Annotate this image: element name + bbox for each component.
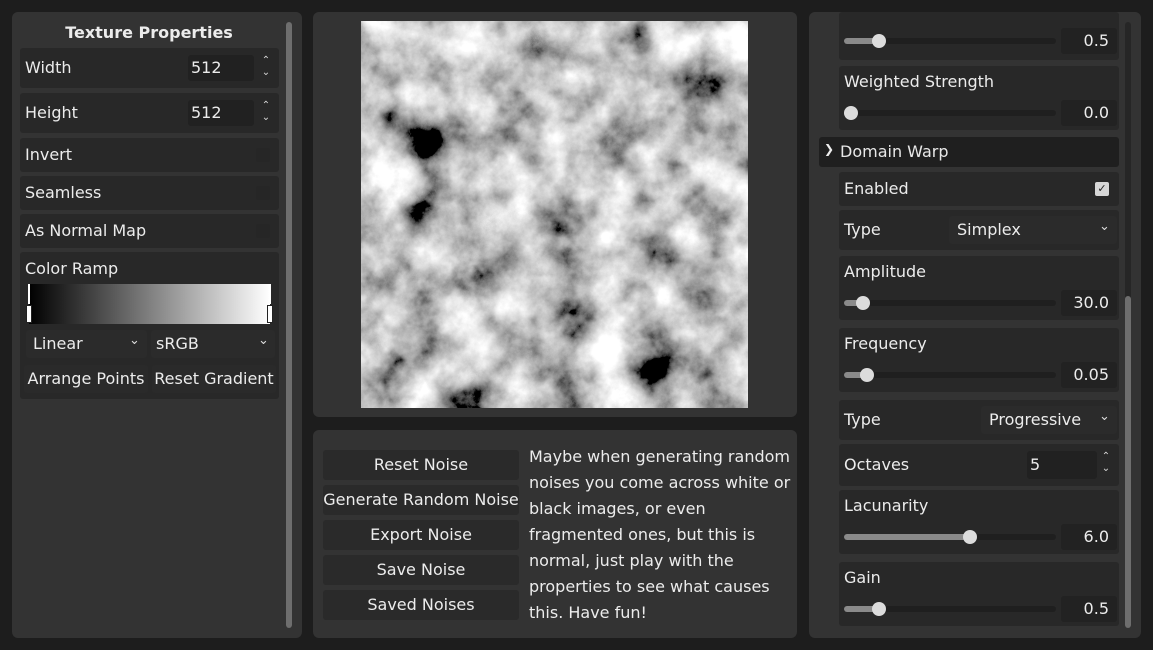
- arrange-points-button[interactable]: Arrange Points: [24, 365, 148, 393]
- spin-up-down-icon[interactable]: ⌃ ⌄: [260, 100, 272, 126]
- gradient-stop-black[interactable]: [26, 305, 32, 323]
- warp-type-row: Type Simplex ⌄: [839, 210, 1119, 250]
- amplitude-row: Amplitude 30.0: [839, 256, 1119, 320]
- amplitude-label: Amplitude: [844, 262, 926, 281]
- height-label: Height: [25, 103, 78, 122]
- slider-knob[interactable]: [871, 602, 886, 616]
- enabled-row[interactable]: Enabled ✓: [839, 172, 1119, 206]
- frequency-value[interactable]: 0.05: [1061, 362, 1117, 388]
- lacunarity-row: Lacunarity 6.0: [839, 490, 1119, 554]
- lacunarity-value[interactable]: 6.0: [1061, 524, 1117, 550]
- export-noise-button[interactable]: Export Noise: [323, 520, 519, 550]
- weighted-strength-slider[interactable]: [844, 106, 1056, 120]
- check-icon: ✓: [1097, 182, 1107, 195]
- warp-type-label: Type: [844, 220, 881, 239]
- width-row: Width 512 ⌃ ⌄: [20, 48, 279, 88]
- reset-gradient-button[interactable]: Reset Gradient: [152, 365, 276, 393]
- panel-title: Texture Properties: [65, 23, 233, 42]
- top-slider[interactable]: [844, 34, 1056, 48]
- save-noise-button[interactable]: Save Noise: [323, 555, 519, 585]
- top-slider-row: 0.5: [839, 12, 1119, 60]
- slider-knob[interactable]: [962, 530, 977, 544]
- width-label: Width: [25, 58, 72, 77]
- texture-properties-panel: Texture Properties Width 512 ⌃ ⌄ Height 5…: [12, 12, 302, 638]
- octaves-row: Octaves 5 ⌃ ⌄: [839, 444, 1119, 486]
- noise-preview-panel: [313, 12, 797, 417]
- gradient-stop-marker: [28, 284, 30, 304]
- slider-knob[interactable]: [855, 296, 870, 310]
- lacunarity-label: Lacunarity: [844, 496, 929, 515]
- chevron-down-icon: ❯: [824, 142, 835, 156]
- chevron-down-icon: ⌄: [258, 333, 269, 348]
- info-text: Maybe when generating random noises you …: [529, 447, 791, 622]
- enabled-label: Enabled: [844, 179, 909, 198]
- right-scrollbar-thumb[interactable]: [1125, 296, 1131, 628]
- left-scrollbar-thumb[interactable]: [286, 22, 292, 628]
- frequency-row: Frequency 0.05: [839, 328, 1119, 392]
- fractal-type-select-value: Progressive: [989, 410, 1082, 429]
- gain-slider[interactable]: [844, 602, 1056, 616]
- width-input[interactable]: 512: [188, 55, 254, 81]
- spin-up-down-icon[interactable]: ⌃ ⌄: [1100, 451, 1112, 479]
- gain-row: Gain 0.5: [839, 562, 1119, 626]
- seamless-checkbox[interactable]: [256, 186, 270, 200]
- normal-map-checkbox[interactable]: [256, 224, 270, 238]
- chevron-down-icon: ⌄: [1099, 409, 1110, 424]
- enabled-checkbox[interactable]: ✓: [1095, 182, 1109, 196]
- lacunarity-slider[interactable]: [844, 530, 1056, 544]
- weighted-strength-row: Weighted Strength 0.0: [839, 66, 1119, 130]
- chevron-down-icon: ⌄: [1099, 219, 1110, 234]
- invert-label: Invert: [25, 145, 73, 164]
- saved-noises-button[interactable]: Saved Noises: [323, 590, 519, 620]
- right-scrollbar[interactable]: [1125, 22, 1131, 628]
- slider-knob[interactable]: [859, 368, 874, 382]
- gain-label: Gain: [844, 568, 881, 587]
- gradient-stop-marker: [269, 284, 271, 304]
- interpolation-select-value: Linear: [33, 334, 83, 353]
- fractal-type-select[interactable]: Progressive ⌄: [981, 406, 1117, 434]
- seamless-label: Seamless: [25, 183, 102, 202]
- gain-value[interactable]: 0.5: [1061, 596, 1117, 622]
- generate-random-noise-button[interactable]: Generate Random Noise: [323, 485, 519, 515]
- weighted-strength-value[interactable]: 0.0: [1061, 100, 1117, 126]
- invert-checkbox[interactable]: [256, 148, 270, 162]
- noise-settings-panel: 0.5 Weighted Strength 0.0 ❯ Domain Warp …: [809, 12, 1141, 638]
- fractal-type-row: Type Progressive ⌄: [839, 400, 1119, 440]
- actions-panel: Reset Noise Generate Random Noise Export…: [313, 430, 797, 638]
- gradient-stop-white[interactable]: [267, 305, 273, 323]
- color-space-select[interactable]: sRGB ⌄: [151, 330, 275, 358]
- height-input[interactable]: 512: [188, 100, 254, 126]
- slider-knob[interactable]: [844, 106, 858, 120]
- amplitude-slider[interactable]: [844, 296, 1056, 310]
- normal-map-label: As Normal Map: [25, 221, 147, 240]
- weighted-strength-label: Weighted Strength: [844, 72, 995, 91]
- interpolation-select[interactable]: Linear ⌄: [26, 330, 147, 358]
- amplitude-value[interactable]: 30.0: [1061, 290, 1117, 316]
- octaves-input[interactable]: 5: [1027, 451, 1097, 479]
- color-space-select-value: sRGB: [156, 334, 199, 353]
- left-scrollbar[interactable]: [286, 22, 292, 628]
- normal-map-row[interactable]: As Normal Map: [20, 214, 279, 248]
- height-row: Height 512 ⌃ ⌄: [20, 93, 279, 133]
- warp-type-select[interactable]: Simplex ⌄: [949, 216, 1117, 244]
- domain-warp-header[interactable]: ❯ Domain Warp: [819, 137, 1119, 167]
- spin-up-down-icon[interactable]: ⌃ ⌄: [260, 55, 272, 81]
- fractal-type-label: Type: [844, 410, 881, 429]
- top-slider-value[interactable]: 0.5: [1061, 28, 1117, 54]
- color-ramp-label: Color Ramp: [25, 259, 119, 278]
- chevron-down-icon: ⌄: [129, 333, 140, 348]
- frequency-slider[interactable]: [844, 368, 1056, 382]
- invert-row[interactable]: Invert: [20, 138, 279, 172]
- slider-knob[interactable]: [871, 34, 886, 48]
- reset-noise-button[interactable]: Reset Noise: [323, 450, 519, 480]
- noise-preview-image: [361, 21, 748, 408]
- slider-fill: [844, 534, 970, 540]
- color-ramp-gradient[interactable]: [29, 284, 270, 324]
- warp-type-select-value: Simplex: [957, 220, 1021, 239]
- octaves-label: Octaves: [844, 455, 910, 474]
- seamless-row[interactable]: Seamless: [20, 176, 279, 210]
- domain-warp-label: Domain Warp: [840, 142, 949, 161]
- frequency-label: Frequency: [844, 334, 927, 353]
